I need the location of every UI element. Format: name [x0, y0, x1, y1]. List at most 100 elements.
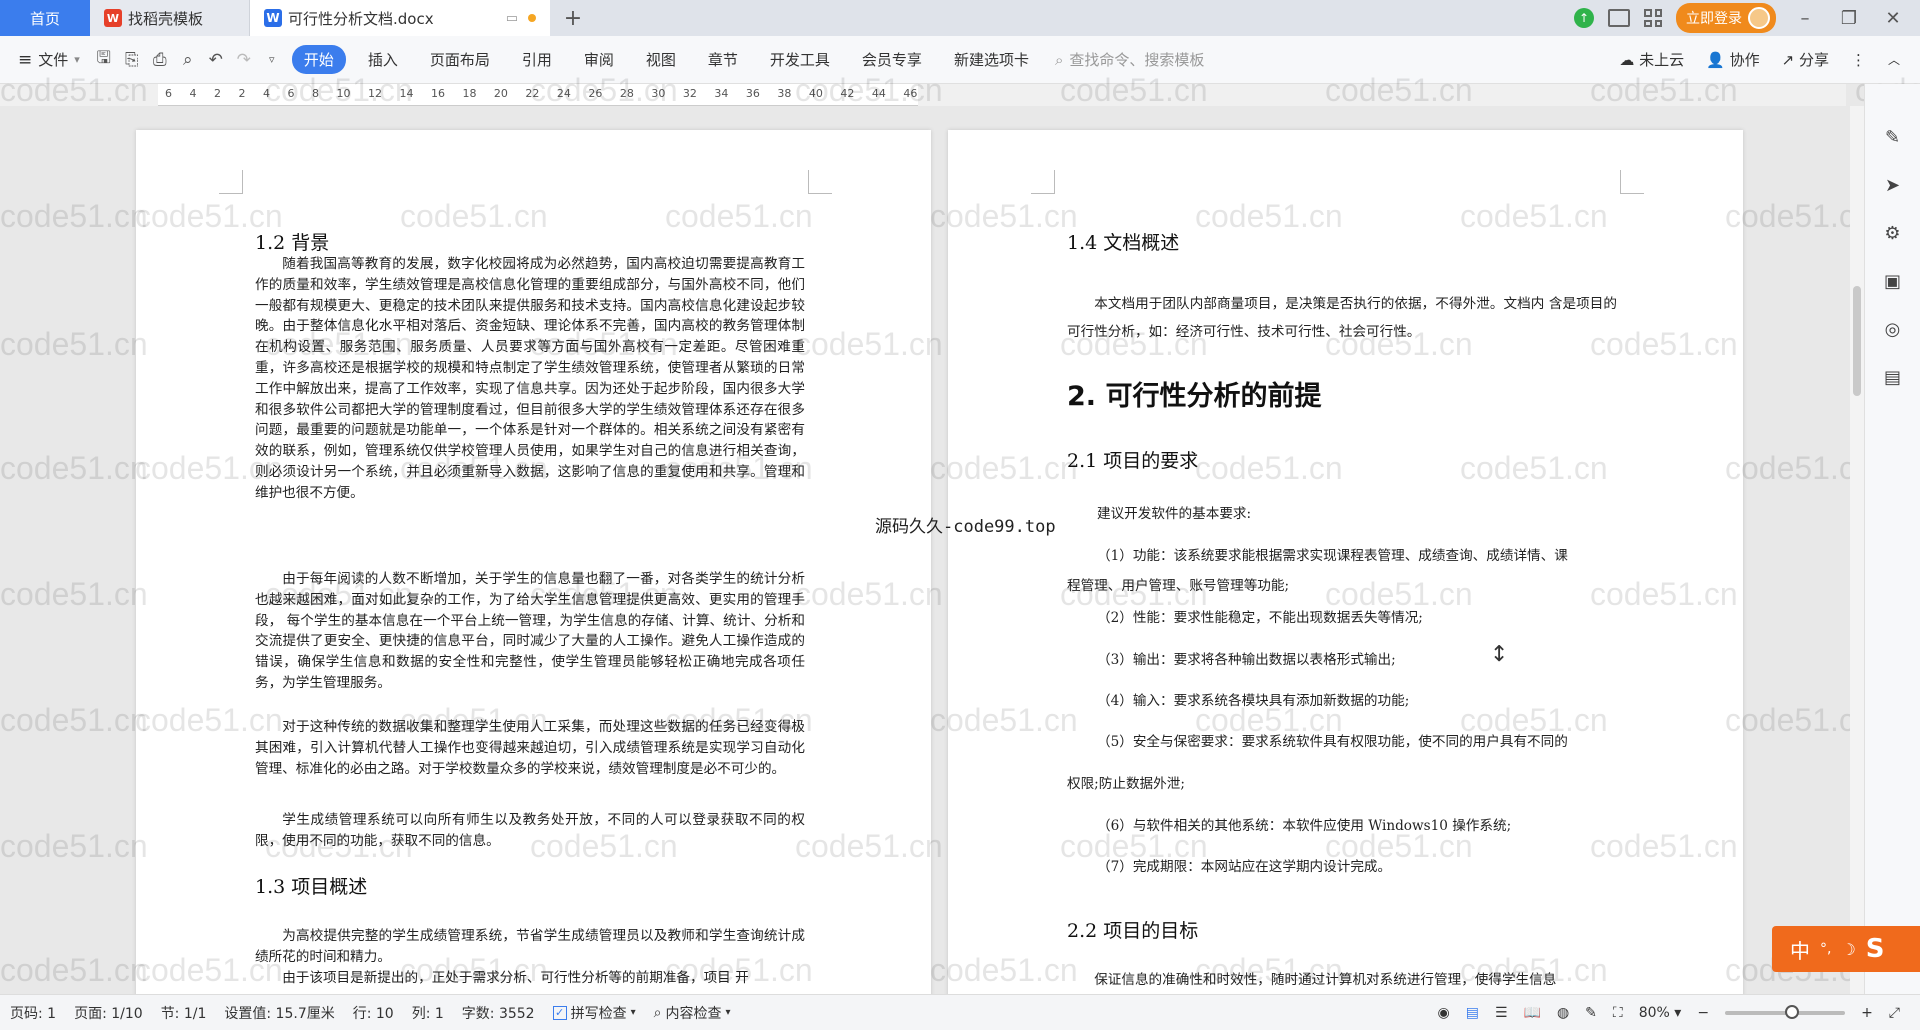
image-tool-icon[interactable]: ▣ — [1880, 268, 1906, 294]
eye-protect-icon[interactable]: ◉ — [1438, 1005, 1450, 1021]
writer-logo-icon: W — [264, 9, 282, 27]
menu-start[interactable]: 开始 — [291, 45, 346, 74]
collapse-ribbon-icon[interactable]: ︿ — [1888, 51, 1900, 68]
restore-icon[interactable]: ❐ — [1834, 8, 1864, 29]
pen-icon[interactable]: ✎ — [1880, 124, 1906, 150]
ime-mode: 中 — [1790, 938, 1810, 963]
tab-template-label: 找稻壳模板 — [128, 9, 204, 28]
menu-member[interactable]: 会员专享 — [846, 49, 938, 70]
zoom-slider[interactable] — [1725, 1004, 1846, 1019]
menu-developer[interactable]: 开发工具 — [754, 49, 846, 70]
web-view-icon[interactable]: ◍ — [1557, 1005, 1569, 1021]
fit-page-icon[interactable]: ⛶ — [1613, 1005, 1623, 1021]
page-left[interactable]: 1.2 背景 随着我国高等教育的发展，数字化校园将成为必然趋势，国内高校迫切需要… — [136, 130, 931, 994]
redo-icon[interactable]: ↷ — [230, 46, 258, 74]
window-layout-icon[interactable] — [1608, 9, 1630, 27]
vertical-scrollbar[interactable] — [1850, 106, 1864, 994]
undo-icon[interactable]: ↶ — [202, 46, 230, 74]
more-options-icon[interactable]: ⋮ — [1851, 51, 1866, 69]
file-menu[interactable]: ≡ 文件 ▾ — [0, 49, 90, 70]
export-pdf-icon[interactable]: ⎘ — [118, 46, 146, 74]
heading-background: 1.2 背景 — [255, 232, 330, 254]
chevron-down-icon: ▾ — [630, 1007, 636, 1018]
apps-grid-icon[interactable] — [1644, 9, 1662, 27]
pointer-icon[interactable]: ➤ — [1880, 172, 1906, 198]
cloud-icon: ☁ — [1619, 51, 1635, 69]
tab-document[interactable]: W 可行性分析文档.docx ▭ — [250, 0, 550, 36]
share-button[interactable]: ↗ 分享 — [1782, 49, 1829, 70]
scrollbar-thumb[interactable] — [1853, 286, 1861, 396]
requirement-item: （5）安全与保密要求：要求系统软件具有权限功能，使不同的用户具有不同的 — [1097, 734, 1568, 750]
tab-template[interactable]: W 找稻壳模板 — [90, 0, 250, 36]
ruler-ticks: 6 4 2 2 4 6 8 10 12 14 16 18 20 22 24 26… — [165, 87, 918, 100]
right-sidebar: ✎ ➤ ⚙ ▣ ◎ ▤ — [1864, 84, 1920, 994]
horizontal-ruler[interactable]: 6 4 2 2 4 6 8 10 12 14 16 18 20 22 24 26… — [0, 84, 1846, 106]
content-check-button[interactable]: ⌕ 内容检查 ▾ — [654, 1003, 731, 1023]
user-icon: 👤 — [1706, 51, 1725, 69]
spell-check-button[interactable]: ✓ 拼写检查 ▾ — [552, 1003, 636, 1023]
content-check-icon: ⌕ — [653, 1004, 662, 1021]
save-icon[interactable]: 🖫 — [90, 46, 118, 74]
zoom-out-icon[interactable]: − — [1697, 1005, 1709, 1021]
margin-corner-mark — [1620, 170, 1644, 194]
menu-insert[interactable]: 插入 — [352, 49, 414, 70]
document-canvas[interactable]: 1.2 背景 随着我国高等教育的发展，数字化校园将成为必然趋势，国内高校迫切需要… — [0, 106, 1846, 994]
tab-home[interactable]: 首页 — [0, 0, 90, 36]
overlay-text: 源码久久-code99.top — [875, 517, 1056, 537]
search-icon: ⌕ — [1054, 50, 1064, 69]
command-search-placeholder: 查找命令、搜索模板 — [1069, 51, 1205, 69]
status-page-code[interactable]: 页码: 1 — [10, 1003, 56, 1023]
zoom-knob[interactable] — [1785, 1004, 1800, 1019]
check-icon: ✓ — [552, 1005, 567, 1020]
upgrade-icon[interactable]: ↑ — [1574, 8, 1594, 28]
zoom-in-icon[interactable]: + — [1861, 1005, 1873, 1021]
menu-view[interactable]: 视图 — [630, 49, 692, 70]
status-setting[interactable]: 设置值: 15.7厘米 — [224, 1003, 334, 1023]
zoom-level[interactable]: 80% ▾ — [1639, 1005, 1682, 1021]
page-view-icon[interactable]: ▤ — [1466, 1005, 1479, 1021]
status-row[interactable]: 行: 10 — [353, 1003, 394, 1023]
write-mode-icon[interactable]: ✎ — [1585, 1005, 1597, 1021]
avatar — [1748, 7, 1770, 29]
heading-requirements: 2.1 项目的要求 — [1067, 450, 1199, 472]
status-col[interactable]: 列: 1 — [412, 1003, 444, 1023]
page-right[interactable]: 1.4 文档概述 本文档用于团队内部商量项目，是决策是否执行的依据，不得外泄。文… — [948, 130, 1743, 994]
cloud-button[interactable]: ☁ 未上云 — [1619, 49, 1684, 70]
paragraph: 由于每年阅读的人数不断增加，关于学生的信息量也翻了一番，对各类学生的统计分析也越… — [255, 571, 805, 691]
menu-page-layout[interactable]: 页面布局 — [414, 49, 506, 70]
ime-indicator[interactable]: 中 °, ☽ S — [1772, 926, 1920, 972]
login-button[interactable]: 立即登录 — [1676, 3, 1776, 33]
status-word-count[interactable]: 字数: 3552 — [462, 1003, 535, 1023]
book-icon[interactable]: ▤ — [1880, 364, 1906, 390]
status-page[interactable]: 页面: 1/10 — [74, 1003, 143, 1023]
menu-references[interactable]: 引用 — [506, 49, 568, 70]
collab-button[interactable]: 👤 协作 — [1706, 49, 1759, 70]
read-view-icon[interactable]: 📖 — [1524, 1005, 1541, 1021]
new-tab-button[interactable]: + — [550, 0, 596, 36]
login-label: 立即登录 — [1686, 11, 1742, 27]
menu-new-tab[interactable]: 新建选项卡 — [938, 49, 1045, 70]
print-preview-icon[interactable]: ⌕ — [174, 46, 202, 74]
close-icon[interactable]: ✕ — [1878, 8, 1908, 29]
requirement-item: 权限;防止数据外泄; — [1067, 776, 1185, 792]
fullscreen-icon[interactable]: ⤢ — [1889, 1005, 1900, 1021]
print-icon[interactable]: ⎙ — [146, 46, 174, 74]
chevron-down-icon: ▾ — [725, 1007, 731, 1018]
monitor-icon[interactable]: ▭ — [506, 11, 518, 26]
heading-doc-overview: 1.4 文档概述 — [1067, 232, 1180, 254]
cloud-label: 未上云 — [1639, 51, 1685, 69]
more-chevron-icon[interactable]: ▿ — [258, 46, 286, 74]
content-check-label: 内容检查 — [665, 1005, 722, 1022]
heading-feasibility-premise: 2. 可行性分析的前提 — [1067, 381, 1322, 412]
hamburger-icon: ≡ — [18, 49, 33, 70]
menu-chapter[interactable]: 章节 — [692, 49, 754, 70]
spell-check-label: 拼写检查 — [570, 1005, 627, 1022]
zoom-value: 80% — [1638, 1004, 1670, 1021]
compass-icon[interactable]: ◎ — [1880, 316, 1906, 342]
command-search[interactable]: ⌕ 查找命令、搜索模板 — [1055, 49, 1204, 70]
minimize-icon[interactable]: – — [1790, 8, 1820, 29]
status-section[interactable]: 节: 1/1 — [161, 1003, 207, 1023]
adjust-icon[interactable]: ⚙ — [1880, 220, 1906, 246]
outline-view-icon[interactable]: ☰ — [1495, 1005, 1508, 1021]
menu-review[interactable]: 审阅 — [568, 49, 630, 70]
